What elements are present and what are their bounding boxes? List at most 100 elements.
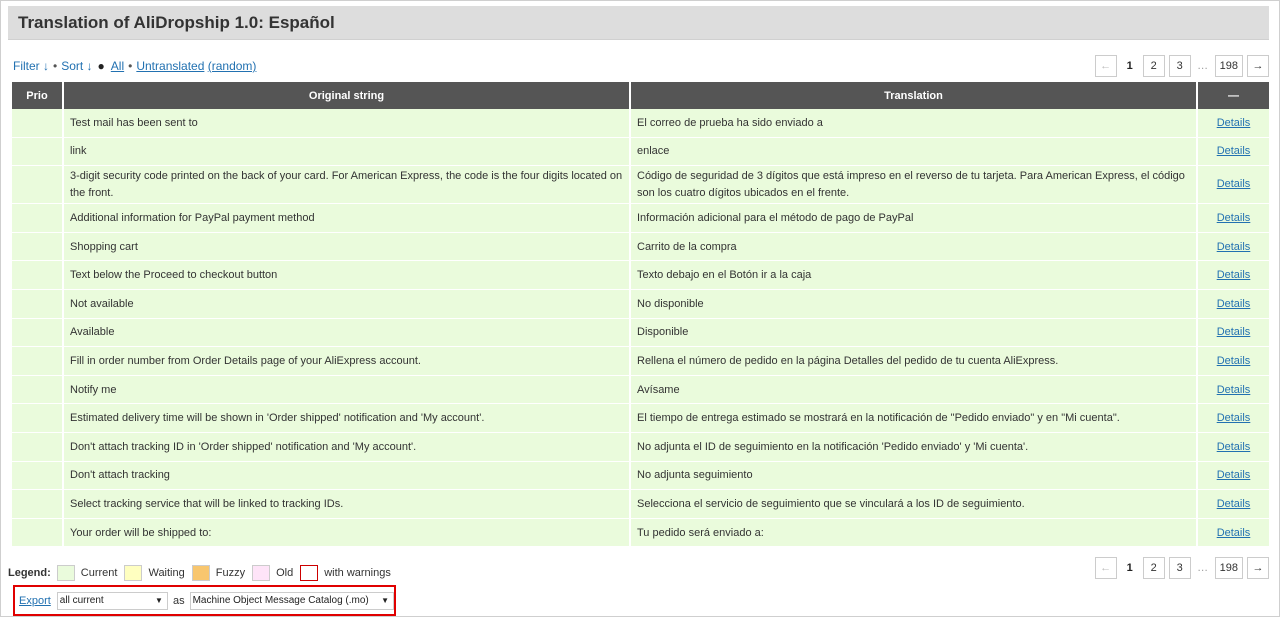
prio-cell <box>12 109 62 138</box>
details-link[interactable]: Details <box>1217 145 1251 157</box>
original-string-cell: Additional information for PayPal paymen… <box>64 204 629 233</box>
table-row: Estimated delivery time will be shown in… <box>12 404 1269 433</box>
details-link[interactable]: Details <box>1217 269 1251 281</box>
original-string-cell: Select tracking service that will be lin… <box>64 490 629 519</box>
details-cell: Details <box>1198 318 1269 348</box>
current-page: 1 <box>1126 562 1133 574</box>
original-string-cell: Your order will be shipped to: <box>64 518 629 548</box>
prio-cell <box>12 318 62 348</box>
last-page-button[interactable]: 198 <box>1214 557 1243 579</box>
prio-cell <box>12 204 62 233</box>
page-2-button[interactable]: 2 <box>1142 55 1165 77</box>
translation-cell: Carrito de la compra <box>631 232 1196 262</box>
legend-swatch-warnings <box>300 565 319 581</box>
current-page: 1 <box>1126 60 1133 72</box>
prio-cell <box>12 166 62 205</box>
original-string-cell: Text below the Proceed to checkout butto… <box>64 261 629 290</box>
details-cell: Details <box>1198 518 1269 548</box>
original-string-cell: Fill in order number from Order Details … <box>64 347 629 376</box>
original-column-header[interactable]: Original string <box>64 82 629 109</box>
details-link[interactable]: Details <box>1217 469 1251 481</box>
translation-cell: Selecciona el servicio de seguimiento qu… <box>631 490 1196 519</box>
details-link[interactable]: Details <box>1217 527 1251 539</box>
details-link[interactable]: Details <box>1217 212 1251 224</box>
table-row: Select tracking service that will be lin… <box>12 490 1269 519</box>
next-page-arrow-icon[interactable]: → <box>1247 55 1269 77</box>
table-row: Not available No disponible Details <box>12 289 1269 319</box>
page-2-button[interactable]: 2 <box>1142 557 1165 579</box>
export-format-select[interactable]: Machine Object Message Catalog (.mo) ▼ <box>189 591 394 610</box>
page-3-button[interactable]: 3 <box>1168 55 1191 77</box>
prio-cell <box>12 432 62 462</box>
details-cell: Details <box>1198 204 1269 233</box>
prio-cell <box>12 490 62 519</box>
translation-cell: Rellena el número de pedido en la página… <box>631 347 1196 376</box>
original-string-cell: link <box>64 137 629 167</box>
translation-cell: Código de seguridad de 3 dígitos que est… <box>631 166 1196 205</box>
prio-cell <box>12 347 62 376</box>
translation-cell: No adjunta el ID de seguimiento en la no… <box>631 432 1196 462</box>
prio-column-header[interactable]: Prio <box>12 82 62 109</box>
random-filter-link[interactable]: (random) <box>208 59 257 73</box>
translation-cell: Avísame <box>631 375 1196 405</box>
prio-cell <box>12 404 62 433</box>
table-row: 3-digit security code printed on the bac… <box>12 166 1269 205</box>
details-link[interactable]: Details <box>1217 241 1251 253</box>
original-string-cell: Shopping cart <box>64 232 629 262</box>
legend-swatch-old <box>252 565 271 581</box>
prio-cell <box>12 375 62 405</box>
dropdown-arrow-icon: ▼ <box>381 595 389 605</box>
table-header-row: Prio Original string Translation — <box>12 82 1269 109</box>
details-cell: Details <box>1198 289 1269 319</box>
original-string-cell: Available <box>64 318 629 348</box>
export-scope-select[interactable]: all current ▼ <box>56 591 168 610</box>
sort-link[interactable]: Sort ↓ <box>61 59 92 73</box>
prio-cell <box>12 461 62 491</box>
details-link[interactable]: Details <box>1217 498 1251 510</box>
untranslated-filter-link[interactable]: Untranslated <box>136 59 204 73</box>
pagination-bottom: ← 1 2 3 … 198 → <box>1091 557 1269 579</box>
export-as-label: as <box>172 594 185 607</box>
translations-table: Prio Original string Translation — Test … <box>10 82 1271 548</box>
translation-column-header[interactable]: Translation <box>631 82 1196 109</box>
details-cell: Details <box>1198 232 1269 262</box>
details-link[interactable]: Details <box>1217 412 1251 424</box>
details-cell: Details <box>1198 109 1269 138</box>
legend-label: Legend: <box>8 567 51 579</box>
prio-cell <box>12 518 62 548</box>
original-string-cell: Notify me <box>64 375 629 405</box>
translation-cell: Texto debajo en el Botón ir a la caja <box>631 261 1196 290</box>
details-link[interactable]: Details <box>1217 326 1251 338</box>
table-row: Your order will be shipped to: Tu pedido … <box>12 518 1269 548</box>
details-link[interactable]: Details <box>1217 298 1251 310</box>
details-link[interactable]: Details <box>1217 441 1251 453</box>
table-row: Text below the Proceed to checkout butto… <box>12 261 1269 290</box>
details-cell: Details <box>1198 461 1269 491</box>
bullet-icon: ● <box>97 59 105 73</box>
translation-cell: Disponible <box>631 318 1196 348</box>
details-link[interactable]: Details <box>1217 384 1251 396</box>
prev-page-arrow-icon: ← <box>1094 55 1117 77</box>
dropdown-arrow-icon: ▼ <box>155 595 163 605</box>
all-filter-link[interactable]: All <box>111 59 124 73</box>
title-bar: Translation of AliDropship 1.0: Español <box>8 6 1269 40</box>
prio-cell <box>12 261 62 290</box>
translation-cell: Información adicional para el método de … <box>631 204 1196 233</box>
details-link[interactable]: Details <box>1217 117 1251 129</box>
details-cell: Details <box>1198 404 1269 433</box>
next-page-arrow-icon[interactable]: → <box>1247 557 1269 579</box>
details-cell: Details <box>1198 137 1269 167</box>
details-link[interactable]: Details <box>1217 355 1251 367</box>
last-page-button[interactable]: 198 <box>1214 55 1243 77</box>
export-link[interactable]: Export <box>19 595 51 607</box>
details-link[interactable]: Details <box>1217 178 1251 190</box>
legend-text-warnings: with warnings <box>324 567 391 579</box>
pagination-ellipsis: … <box>1197 562 1209 574</box>
details-cell: Details <box>1198 432 1269 462</box>
filter-link[interactable]: Filter ↓ <box>13 59 49 73</box>
table-row: Don't attach tracking ID in 'Order shipp… <box>12 432 1269 462</box>
details-cell: Details <box>1198 375 1269 405</box>
page-3-button[interactable]: 3 <box>1168 557 1191 579</box>
translation-cell: No adjunta seguimiento <box>631 461 1196 491</box>
original-string-cell: Estimated delivery time will be shown in… <box>64 404 629 433</box>
